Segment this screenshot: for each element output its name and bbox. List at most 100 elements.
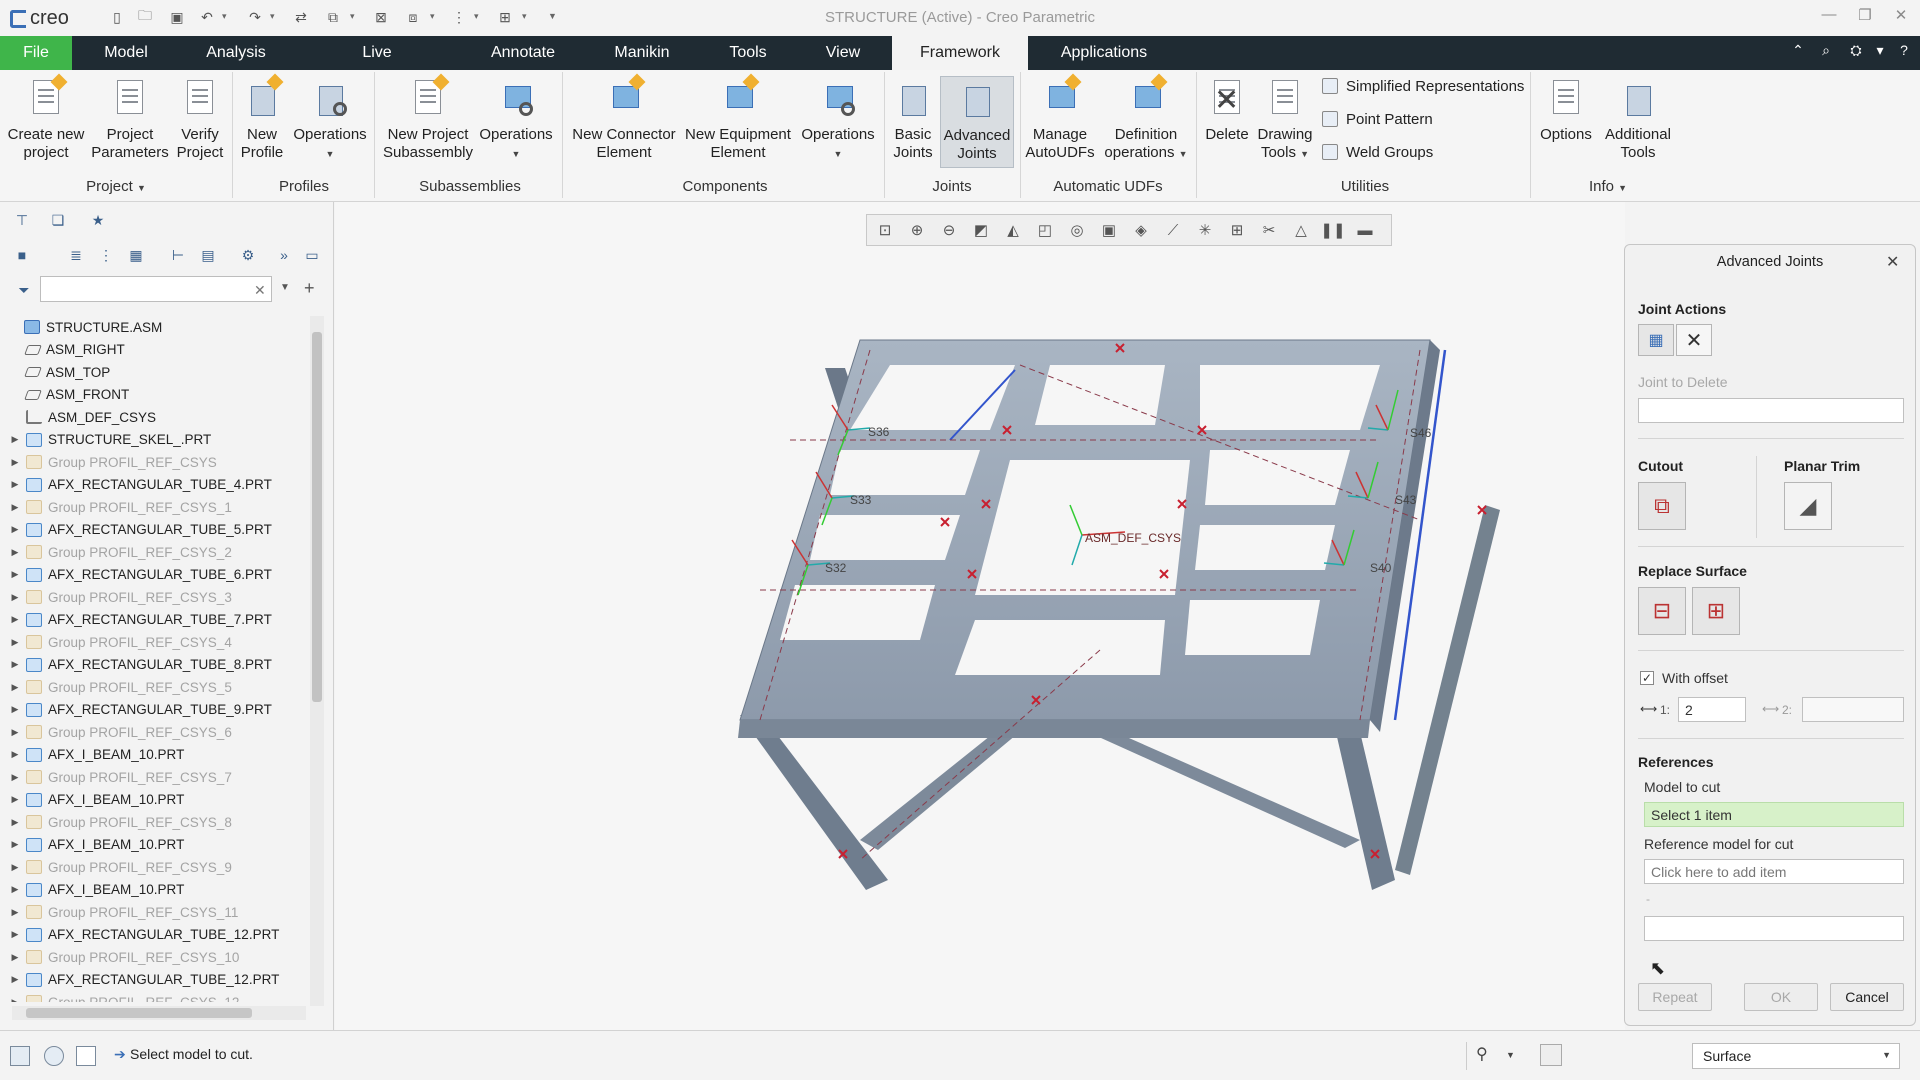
section-icon[interactable]: ◈ bbox=[1127, 217, 1155, 243]
expand-arrow-icon[interactable]: ▶ bbox=[8, 524, 22, 535]
tree-item[interactable]: STRUCTURE.ASM bbox=[8, 316, 313, 339]
find-icon[interactable]: ⚲ bbox=[1476, 1044, 1488, 1064]
tree-item[interactable]: ▶ Group PROFIL_REF_CSYS_8 bbox=[8, 811, 313, 834]
delete-joint-button[interactable]: ✕ bbox=[1676, 324, 1712, 356]
new-project-subassembly-button[interactable]: New Project Subassembly bbox=[382, 73, 474, 162]
minimize-icon[interactable]: — bbox=[1816, 6, 1842, 28]
tree-vertical-scroll-thumb[interactable] bbox=[312, 332, 322, 702]
tree-item[interactable]: ▶ Group PROFIL_REF_CSYS_7 bbox=[8, 766, 313, 789]
expand-arrow-icon[interactable]: ▶ bbox=[8, 682, 22, 693]
tree-item[interactable]: ▶ Group PROFIL_REF_CSYS_9 bbox=[8, 856, 313, 879]
expand-arrow-icon[interactable]: ▶ bbox=[8, 772, 22, 783]
help-dropdown-icon[interactable]: ▾ bbox=[1870, 42, 1890, 59]
tab-manikin[interactable]: Manikin bbox=[598, 36, 686, 70]
tree-item[interactable]: ▶ AFX_RECTANGULAR_TUBE_12.PRT bbox=[8, 924, 313, 947]
advanced-joints-button[interactable]: Advanced Joints bbox=[940, 76, 1014, 168]
tree-columns-icon[interactable]: ⋮ bbox=[96, 245, 116, 265]
tree-search-input[interactable] bbox=[40, 276, 272, 302]
profiles-operations-button[interactable]: Operations ▼ bbox=[290, 76, 370, 163]
offset-2-input[interactable] bbox=[1802, 697, 1904, 722]
tree-item[interactable]: ▶ AFX_I_BEAM_10.PRT bbox=[8, 834, 313, 857]
perspective-icon[interactable]: ▣ bbox=[1095, 217, 1123, 243]
model-tree-icon[interactable]: ⊤ bbox=[12, 210, 32, 230]
show-icon[interactable]: ■ bbox=[12, 245, 32, 265]
tree-item[interactable]: ▶ Group PROFIL_REF_CSYS_4 bbox=[8, 631, 313, 654]
refit-icon[interactable]: ⊡ bbox=[871, 217, 899, 243]
joint-to-delete-field[interactable] bbox=[1638, 398, 1904, 423]
tree-filters-icon[interactable]: ≣ bbox=[66, 245, 86, 265]
tab-file[interactable]: File bbox=[0, 36, 72, 70]
tree-item[interactable]: ▶ Group PROFIL_REF_CSYS_5 bbox=[8, 676, 313, 699]
tree-item[interactable]: ASM_FRONT bbox=[8, 384, 313, 407]
zoom-out-icon[interactable]: ⊖ bbox=[935, 217, 963, 243]
tree-item[interactable]: ▶ AFX_RECTANGULAR_TUBE_4.PRT bbox=[8, 474, 313, 497]
tab-live-simulation[interactable]: Live Simulation bbox=[310, 36, 444, 95]
expand-arrow-icon[interactable]: ▶ bbox=[8, 997, 22, 1002]
expand-arrow-icon[interactable]: ▶ bbox=[8, 727, 22, 738]
replace-surface-button-1[interactable]: ⊟ bbox=[1638, 587, 1686, 635]
simplified-representations-button[interactable]: Simplified Representations bbox=[1322, 74, 1524, 98]
expand-arrow-icon[interactable]: ▶ bbox=[8, 434, 22, 445]
expand-arrow-icon[interactable]: ▶ bbox=[8, 502, 22, 513]
tree-item[interactable]: ▶ Group PROFIL_REF_CSYS_10 bbox=[8, 946, 313, 969]
subassemblies-operations-button[interactable]: Operations ▼ bbox=[476, 76, 556, 163]
tab-analysis[interactable]: Analysis bbox=[192, 36, 280, 70]
expand-arrow-icon[interactable]: ▶ bbox=[8, 839, 22, 850]
annotation-display-icon[interactable]: ✳ bbox=[1191, 217, 1219, 243]
full-screen-icon[interactable] bbox=[76, 1046, 96, 1066]
expand-arrow-icon[interactable]: ▶ bbox=[8, 592, 22, 603]
close-icon[interactable]: ✕ bbox=[1888, 6, 1914, 28]
tree-item[interactable]: ▶ AFX_RECTANGULAR_TUBE_6.PRT bbox=[8, 564, 313, 587]
more-icon[interactable]: » bbox=[274, 245, 294, 265]
settings-icon[interactable]: ⚙ bbox=[238, 245, 258, 265]
datum-display-icon[interactable]: ⟋ bbox=[1159, 217, 1187, 243]
tab-tools[interactable]: Tools bbox=[710, 36, 786, 70]
offset-1-input[interactable]: 2 bbox=[1678, 697, 1746, 722]
model-to-cut-collector[interactable]: Select 1 item bbox=[1644, 802, 1904, 827]
expand-arrow-icon[interactable]: ▶ bbox=[8, 817, 22, 828]
repaint-icon[interactable]: ◩ bbox=[967, 217, 995, 243]
tree-table-icon[interactable]: ▦ bbox=[126, 245, 146, 265]
display-style-icon[interactable]: ◭ bbox=[999, 217, 1027, 243]
search-icon[interactable]: ⌕ bbox=[1816, 42, 1836, 59]
ok-button[interactable]: OK bbox=[1744, 983, 1818, 1011]
expand-arrow-icon[interactable]: ▶ bbox=[8, 479, 22, 490]
new-equipment-element-button[interactable]: New Equipment Element bbox=[682, 73, 794, 162]
tree-item[interactable]: ASM_TOP bbox=[8, 361, 313, 384]
tree-item[interactable]: ▶ Group PROFIL_REF_CSYS_3 bbox=[8, 586, 313, 609]
new-profile-button[interactable]: New Profile bbox=[236, 73, 288, 162]
point-pattern-button[interactable]: Point Pattern bbox=[1322, 107, 1433, 131]
expand-arrow-icon[interactable]: ▶ bbox=[8, 884, 22, 895]
layer-tree-icon[interactable]: ❏ bbox=[48, 210, 68, 230]
add-icon[interactable]: + bbox=[304, 278, 315, 299]
selected-items-icon[interactable] bbox=[1540, 1044, 1562, 1066]
properties-icon[interactable]: ▭ bbox=[302, 245, 322, 265]
project-parameters-button[interactable]: Project Parameters bbox=[90, 76, 170, 162]
reference-model-collector[interactable]: Click here to add item bbox=[1644, 859, 1904, 884]
tree-item[interactable]: ▶ Group PROFIL_REF_CSYS bbox=[8, 451, 313, 474]
tab-view[interactable]: View bbox=[806, 36, 880, 70]
selection-filter-select[interactable]: Surface ▼ bbox=[1692, 1043, 1900, 1069]
tree-view-icon[interactable]: ▤ bbox=[198, 245, 218, 265]
create-joint-button[interactable]: ▦ bbox=[1638, 324, 1674, 356]
tree-item[interactable]: ▶ Group PROFIL_REF_CSYS_6 bbox=[8, 721, 313, 744]
basic-joints-button[interactable]: Basic Joints bbox=[888, 76, 938, 162]
tree-item[interactable]: ▶ Group PROFIL_REF_CSYS_11 bbox=[8, 901, 313, 924]
components-operations-button[interactable]: Operations ▼ bbox=[798, 76, 878, 163]
browser-icon[interactable] bbox=[44, 1046, 64, 1066]
tab-applications[interactable]: Applications bbox=[1046, 36, 1162, 70]
tree-item[interactable]: ▶ AFX_I_BEAM_10.PRT bbox=[8, 879, 313, 902]
tree-structure-icon[interactable]: ⊢ bbox=[168, 245, 188, 265]
drawing-tools-button[interactable]: Drawing Tools ▼ bbox=[1254, 76, 1316, 163]
manage-autoudfs-button[interactable]: Manage AutoUDFs bbox=[1024, 73, 1096, 162]
additional-tools-button[interactable]: Additional Tools bbox=[1598, 76, 1678, 162]
expand-arrow-icon[interactable]: ▶ bbox=[8, 862, 22, 873]
expand-arrow-icon[interactable]: ▶ bbox=[8, 547, 22, 558]
additional-reference-collector[interactable] bbox=[1644, 916, 1904, 941]
maximize-icon[interactable]: ❐ bbox=[1852, 6, 1878, 28]
tree-item[interactable]: ▶ Group PROFIL_REF_CSYS_12 bbox=[8, 991, 313, 1002]
tree-item[interactable]: ▶ AFX_RECTANGULAR_TUBE_5.PRT bbox=[8, 519, 313, 542]
clear-search-icon[interactable]: ✕ bbox=[254, 282, 266, 299]
show-navigator-icon[interactable] bbox=[10, 1046, 30, 1066]
dialog-close-icon[interactable]: ✕ bbox=[1886, 252, 1899, 272]
